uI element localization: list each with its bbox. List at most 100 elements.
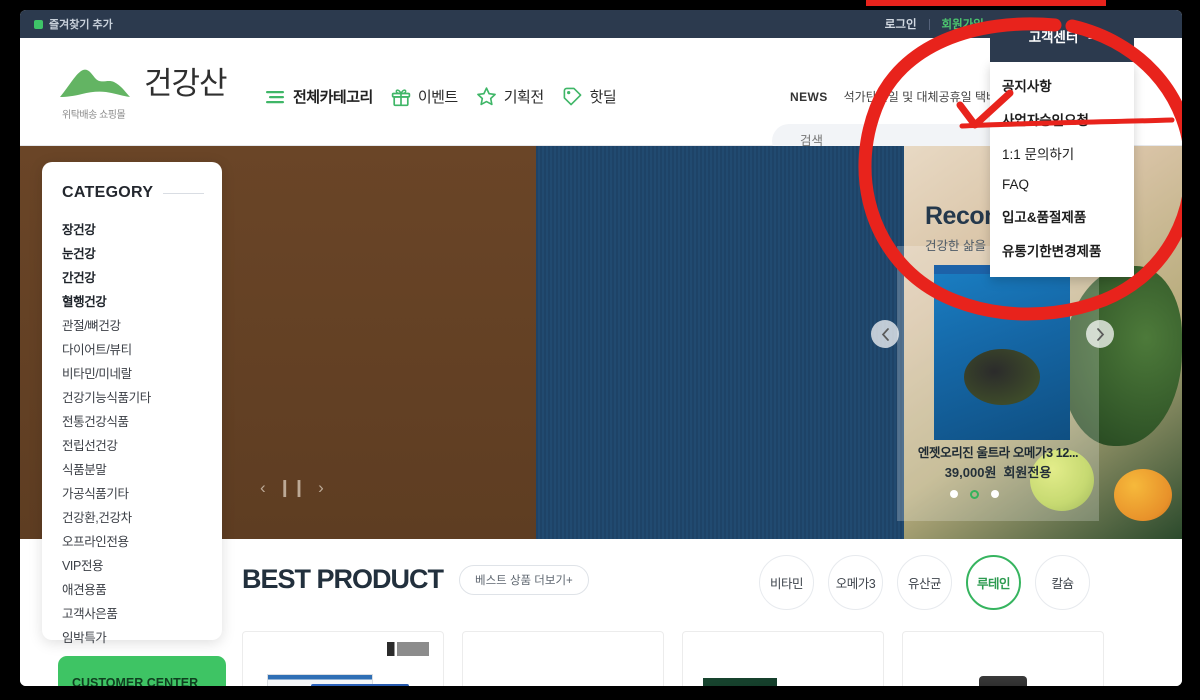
customer-center-button-label: CUSTOMER CENTER	[72, 676, 199, 686]
category-item-blood[interactable]: 혈행건강	[42, 288, 222, 312]
browser-page: 즐겨찾기 추가 로그인 회원가입 마이페이지 ▾ 고객센터 ▲ 공지사항 사업자…	[20, 10, 1182, 686]
frame-bottom	[0, 686, 1200, 700]
customer-center-label: 고객센터	[1028, 30, 1079, 45]
category-item-gut[interactable]: 장건강	[42, 216, 222, 240]
category-panel: CATEGORY 장건강 눈건강 간건강 혈행건강 관절/뼈건강 다이어트/뷰티…	[42, 162, 222, 645]
carousel-dots[interactable]	[950, 490, 999, 499]
chip-vitamin[interactable]: 비타민	[759, 555, 814, 610]
chip-lutein[interactable]: 루테인	[966, 555, 1021, 610]
hero-next-button[interactable]: ›	[318, 478, 324, 498]
signup-link[interactable]: 회원가입	[930, 16, 996, 32]
hero-prev-button[interactable]: ‹	[260, 478, 266, 498]
red-top-bar-annotation	[866, 0, 1106, 6]
category-item-clearance[interactable]: 임박특가	[42, 624, 222, 648]
category-item-gift[interactable]: 고객사은품	[42, 600, 222, 624]
customer-center-button[interactable]: CUSTOMER CENTER	[58, 656, 226, 686]
product-price: 39,000원	[944, 465, 997, 480]
category-list: 장건강 눈건강 간건강 혈행건강 관절/뼈건강 다이어트/뷰티 비타민/미네랄 …	[42, 216, 222, 648]
chevron-left-icon	[881, 327, 889, 341]
category-item-liver[interactable]: 간건강	[42, 264, 222, 288]
product-image-blob	[964, 349, 1040, 405]
menu-item-notice[interactable]: 공지사항	[990, 68, 1134, 102]
chip-probiotics[interactable]: 유산균	[897, 555, 952, 610]
best-product-filter-chips: 비타민 오메가3 유산균 루테인 칼슘	[759, 555, 1090, 610]
screen: 즐겨찾기 추가 로그인 회원가입 마이페이지 ▾ 고객센터 ▲ 공지사항 사업자…	[0, 0, 1200, 700]
product-thumbnail-secondary	[769, 668, 855, 686]
customer-center-tab[interactable]: 고객센터 ▲	[990, 10, 1134, 62]
nav-exhibition[interactable]: 기획전	[476, 86, 544, 107]
category-item-health-food-etc[interactable]: 건강기능식품기타	[42, 384, 222, 408]
add-favorite-button[interactable]: 즐겨찾기 추가	[34, 10, 113, 38]
category-title: CATEGORY	[62, 184, 154, 201]
menu-item-business-approval[interactable]: 사업자승인요청	[990, 102, 1134, 136]
best-product-more-button[interactable]: 베스트 상품 더보기+	[459, 564, 589, 595]
nav-event[interactable]: 이벤트	[391, 86, 458, 107]
hero-slide-denim	[536, 146, 904, 539]
category-item-processed-etc[interactable]: 가공식품기타	[42, 480, 222, 504]
bookmark-square-icon	[34, 19, 43, 29]
carousel-prev-button[interactable]	[871, 320, 899, 348]
product-card[interactable]	[242, 631, 444, 686]
best-product-grid	[242, 631, 1104, 686]
nav-hotdeal[interactable]: 핫딜	[562, 86, 617, 107]
nav-all-categories-label: 전체카테고리	[293, 89, 373, 106]
carousel-dot-active[interactable]	[970, 490, 979, 499]
logo-text: 건강산	[144, 66, 228, 101]
hero-player-controls[interactable]: ‹ ❙❙ ›	[260, 478, 324, 498]
news-label: NEWS	[790, 89, 828, 104]
login-link[interactable]: 로그인	[873, 16, 929, 32]
category-item-diet[interactable]: 다이어트/뷰티	[42, 336, 222, 360]
best-product-title: BEST PRODUCT	[242, 564, 444, 594]
category-item-joint[interactable]: 관절/뼈건강	[42, 312, 222, 336]
carousel-dot[interactable]	[950, 490, 958, 498]
hamburger-menu-icon	[266, 90, 284, 103]
orange-decoration	[1114, 469, 1172, 521]
product-image	[934, 265, 1070, 440]
menu-item-expiry-change[interactable]: 유통기한변경제품	[990, 233, 1134, 267]
main-navigation: 전체카테고리 이벤트 기획전 핫딜	[266, 86, 617, 107]
divider	[163, 192, 204, 194]
gift-icon	[391, 88, 411, 106]
member-only-badge: 회원전용	[1003, 465, 1052, 480]
product-logo-badge	[387, 642, 429, 656]
chip-omega3[interactable]: 오메가3	[828, 555, 883, 610]
customer-center-dropdown: 공지사항 사업자승인요청 1:1 문의하기 FAQ 입고&품절제품 유통기한변경…	[990, 62, 1134, 277]
category-item-powder[interactable]: 식품분말	[42, 456, 222, 480]
product-price-row: 39,000원 회원전용	[897, 462, 1099, 481]
category-item-tea[interactable]: 건강환,건강차	[42, 504, 222, 528]
chip-calcium[interactable]: 칼슘	[1035, 555, 1090, 610]
best-product-header: BEST PRODUCT 베스트 상품 더보기+	[242, 564, 589, 595]
menu-item-one-to-one-inquiry[interactable]: 1:1 문의하기	[990, 136, 1134, 170]
chevron-right-icon	[1096, 327, 1104, 341]
chevron-up-icon: ▲	[1086, 31, 1096, 41]
product-card[interactable]	[902, 631, 1104, 686]
category-item-pet[interactable]: 애견용품	[42, 576, 222, 600]
product-card[interactable]	[682, 631, 884, 686]
frame-right	[1182, 0, 1200, 700]
product-name: 엔젯오리진 울트라 오메가3 12...	[917, 446, 1079, 460]
category-item-eye[interactable]: 눈건강	[42, 240, 222, 264]
frame-left	[0, 0, 20, 700]
site-logo[interactable]: 건강산 위탁배송 쇼핑몰	[56, 58, 286, 121]
product-thumbnail	[979, 676, 1027, 686]
nav-hotdeal-label: 핫딜	[589, 89, 617, 106]
hero-product-card[interactable]: 엔젯오리진 울트라 오메가3 12... 39,000원 회원전용	[897, 246, 1099, 521]
star-icon	[476, 87, 496, 106]
nav-event-label: 이벤트	[417, 89, 458, 106]
category-item-vitamin[interactable]: 비타민/미네랄	[42, 360, 222, 384]
carousel-dot[interactable]	[991, 490, 999, 498]
product-card[interactable]	[462, 631, 664, 686]
category-item-traditional[interactable]: 전통건강식품	[42, 408, 222, 432]
menu-item-stock-soldout[interactable]: 입고&품절제품	[990, 199, 1134, 233]
logo-tagline: 위탁배송 쇼핑몰	[62, 110, 126, 121]
category-item-offline-only[interactable]: 오프라인전용	[42, 528, 222, 552]
category-item-prostate[interactable]: 전립선건강	[42, 432, 222, 456]
tag-icon	[563, 87, 582, 106]
mountain-icon	[60, 69, 130, 97]
hero-pause-button[interactable]: ❙❙	[278, 478, 307, 498]
add-favorite-label: 즐겨찾기 추가	[49, 19, 113, 31]
category-item-vip-only[interactable]: VIP전용	[42, 552, 222, 576]
nav-all-categories[interactable]: 전체카테고리	[266, 86, 373, 107]
carousel-next-button[interactable]	[1086, 320, 1114, 348]
menu-item-faq[interactable]: FAQ	[990, 170, 1134, 199]
